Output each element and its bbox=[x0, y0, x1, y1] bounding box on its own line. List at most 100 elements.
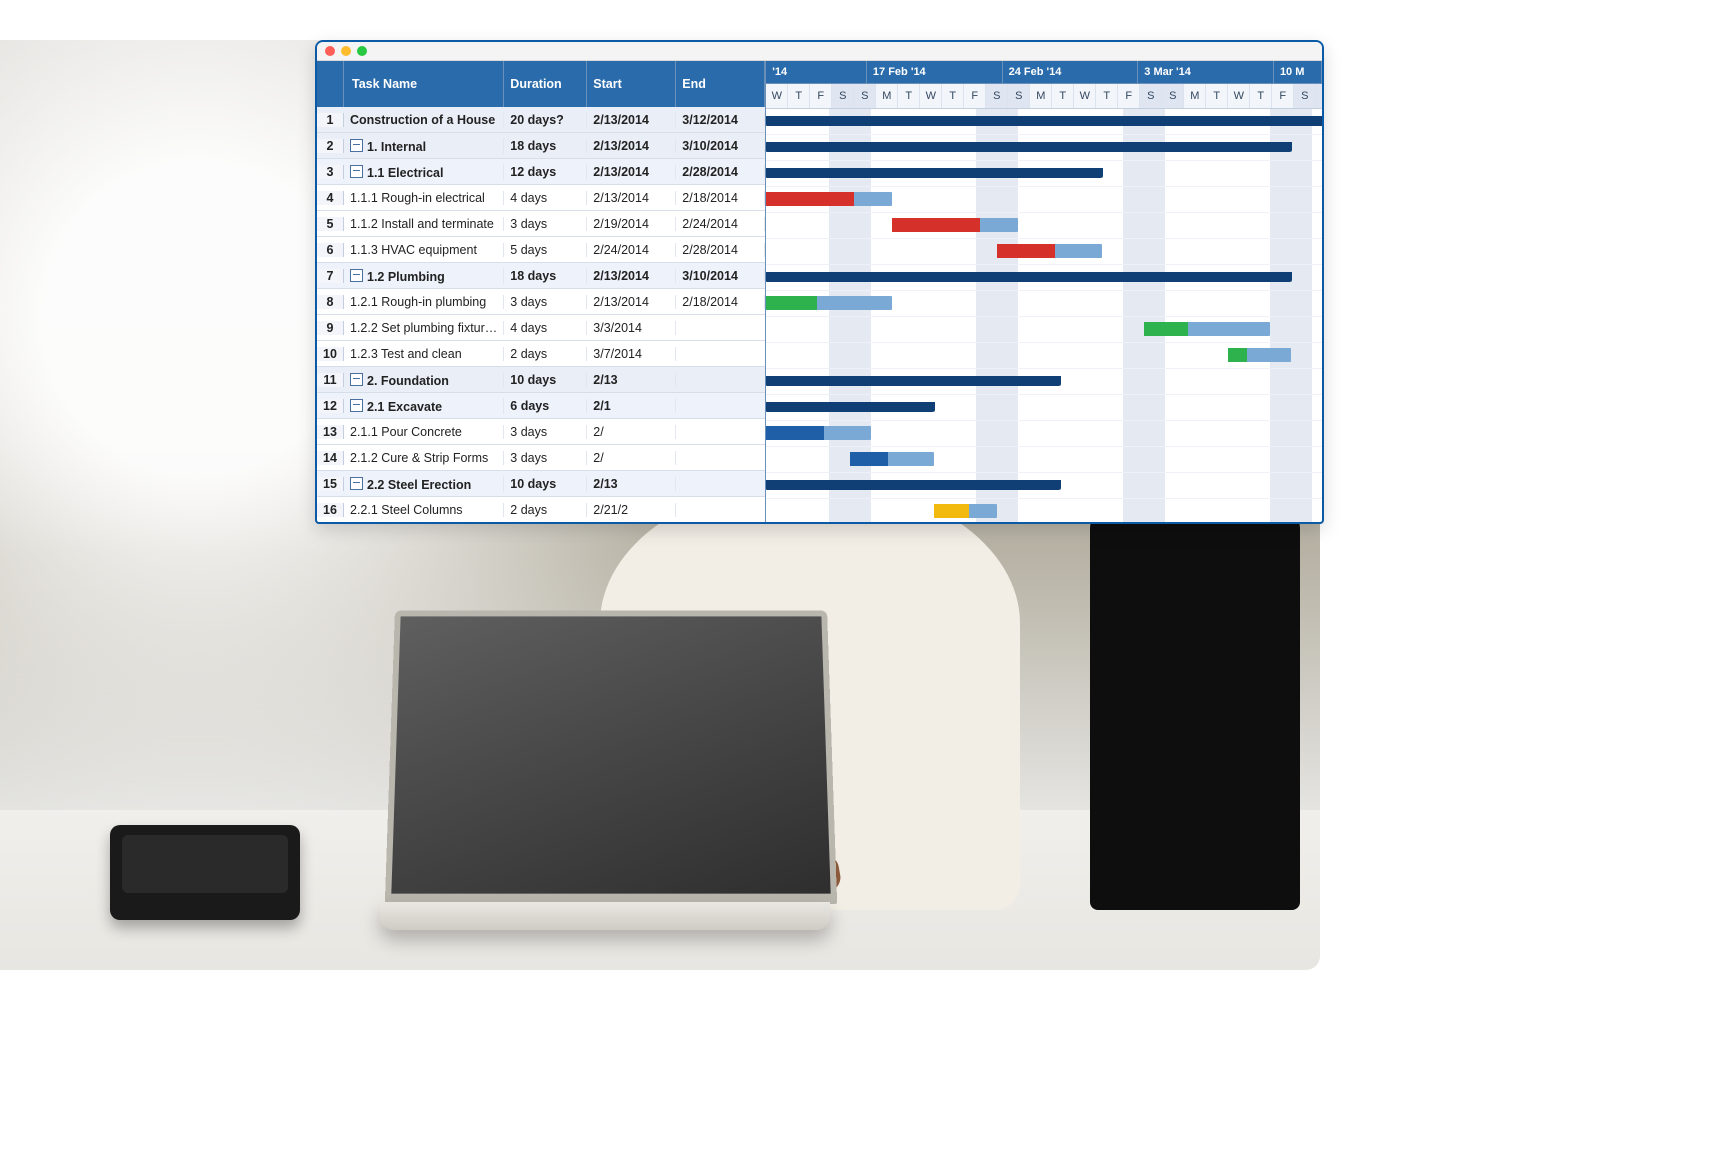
gantt-row[interactable] bbox=[766, 213, 1322, 239]
start-cell[interactable]: 2/13 bbox=[587, 373, 676, 387]
gantt-row[interactable] bbox=[766, 421, 1322, 447]
task-bar[interactable] bbox=[1144, 322, 1270, 336]
col-start[interactable]: Start bbox=[587, 61, 676, 107]
task-grid[interactable]: Task Name Duration Start End 1Constructi… bbox=[317, 61, 766, 523]
start-cell[interactable]: 2/13/2014 bbox=[587, 295, 676, 309]
task-name-cell[interactable]: 1.2.2 Set plumbing fixtur… bbox=[344, 321, 504, 335]
duration-cell[interactable]: 5 days bbox=[504, 243, 587, 257]
task-row[interactable]: 41.1.1 Rough-in electrical4 days2/13/201… bbox=[317, 185, 765, 211]
start-cell[interactable]: 3/7/2014 bbox=[587, 347, 676, 361]
task-bar[interactable] bbox=[997, 244, 1102, 258]
start-cell[interactable]: 2/24/2014 bbox=[587, 243, 676, 257]
duration-cell[interactable]: 4 days bbox=[504, 191, 587, 205]
task-name-cell[interactable]: 2.2.1 Steel Columns bbox=[344, 503, 504, 517]
duration-cell[interactable]: 12 days bbox=[504, 165, 587, 179]
titlebar[interactable] bbox=[317, 42, 1322, 61]
summary-bar[interactable] bbox=[766, 168, 1102, 178]
zoom-icon[interactable] bbox=[357, 46, 367, 56]
task-row[interactable]: 142.1.2 Cure & Strip Forms3 days2/ bbox=[317, 445, 765, 471]
end-cell[interactable]: 3/10/2014 bbox=[676, 269, 765, 283]
end-cell[interactable]: 3/10/2014 bbox=[676, 139, 765, 153]
col-end[interactable]: End bbox=[676, 61, 765, 107]
collapse-icon[interactable] bbox=[350, 373, 363, 386]
task-row[interactable]: 31.1 Electrical12 days2/13/20142/28/2014 bbox=[317, 159, 765, 185]
task-bar[interactable] bbox=[766, 426, 871, 440]
collapse-icon[interactable] bbox=[350, 165, 363, 178]
collapse-icon[interactable] bbox=[350, 269, 363, 282]
task-row[interactable]: 1Construction of a House20 days?2/13/201… bbox=[317, 107, 765, 133]
task-row[interactable]: 51.1.2 Install and terminate3 days2/19/2… bbox=[317, 211, 765, 237]
minimize-icon[interactable] bbox=[341, 46, 351, 56]
task-name-cell[interactable]: 2.1.2 Cure & Strip Forms bbox=[344, 451, 504, 465]
task-name-cell[interactable]: 1.1 Electrical bbox=[344, 164, 504, 180]
col-task-name[interactable]: Task Name bbox=[344, 61, 504, 107]
start-cell[interactable]: 2/1 bbox=[587, 399, 676, 413]
start-cell[interactable]: 2/ bbox=[587, 425, 676, 439]
task-name-cell[interactable]: 2. Foundation bbox=[344, 372, 504, 388]
duration-cell[interactable]: 4 days bbox=[504, 321, 587, 335]
summary-bar[interactable] bbox=[766, 116, 1322, 126]
duration-cell[interactable]: 10 days bbox=[504, 373, 587, 387]
start-cell[interactable]: 2/13 bbox=[587, 477, 676, 491]
start-cell[interactable]: 3/3/2014 bbox=[587, 321, 676, 335]
col-duration[interactable]: Duration bbox=[504, 61, 587, 107]
gantt-row[interactable] bbox=[766, 161, 1322, 187]
gantt-chart[interactable]: '1417 Feb '1424 Feb '143 Mar '1410 M WTF… bbox=[766, 61, 1322, 523]
gantt-row[interactable] bbox=[766, 239, 1322, 265]
task-row[interactable]: 122.1 Excavate6 days2/1 bbox=[317, 393, 765, 419]
collapse-icon[interactable] bbox=[350, 399, 363, 412]
task-name-cell[interactable]: 1.2 Plumbing bbox=[344, 268, 504, 284]
start-cell[interactable]: 2/ bbox=[587, 451, 676, 465]
end-cell[interactable]: 2/24/2014 bbox=[676, 217, 765, 231]
end-cell[interactable]: 2/18/2014 bbox=[676, 191, 765, 205]
end-cell[interactable]: 2/28/2014 bbox=[676, 165, 765, 179]
duration-cell[interactable]: 6 days bbox=[504, 399, 587, 413]
duration-cell[interactable]: 18 days bbox=[504, 269, 587, 283]
duration-cell[interactable]: 3 days bbox=[504, 295, 587, 309]
task-name-cell[interactable]: 1.2.3 Test and clean bbox=[344, 347, 504, 361]
summary-bar[interactable] bbox=[766, 142, 1291, 152]
end-cell[interactable]: 2/18/2014 bbox=[676, 295, 765, 309]
summary-bar[interactable] bbox=[766, 272, 1291, 282]
task-row[interactable]: 21. Internal18 days2/13/20143/10/2014 bbox=[317, 133, 765, 159]
task-bar[interactable] bbox=[934, 504, 997, 518]
task-name-cell[interactable]: 1. Internal bbox=[344, 138, 504, 154]
task-row[interactable]: 132.1.1 Pour Concrete3 days2/ bbox=[317, 419, 765, 445]
summary-bar[interactable] bbox=[766, 376, 1060, 386]
gantt-row[interactable] bbox=[766, 187, 1322, 213]
summary-bar[interactable] bbox=[766, 402, 934, 412]
task-name-cell[interactable]: 2.1.1 Pour Concrete bbox=[344, 425, 504, 439]
duration-cell[interactable]: 2 days bbox=[504, 347, 587, 361]
task-name-cell[interactable]: 1.1.2 Install and terminate bbox=[344, 217, 504, 231]
duration-cell[interactable]: 2 days bbox=[504, 503, 587, 517]
task-bar[interactable] bbox=[1228, 348, 1291, 362]
task-row[interactable]: 71.2 Plumbing18 days2/13/20143/10/2014 bbox=[317, 263, 765, 289]
task-name-cell[interactable]: Construction of a House bbox=[344, 113, 504, 127]
start-cell[interactable]: 2/13/2014 bbox=[587, 165, 676, 179]
duration-cell[interactable]: 3 days bbox=[504, 451, 587, 465]
duration-cell[interactable]: 20 days? bbox=[504, 113, 587, 127]
close-icon[interactable] bbox=[325, 46, 335, 56]
gantt-row[interactable] bbox=[766, 499, 1322, 523]
start-cell[interactable]: 2/19/2014 bbox=[587, 217, 676, 231]
task-row[interactable]: 81.2.1 Rough-in plumbing3 days2/13/20142… bbox=[317, 289, 765, 315]
gantt-row[interactable] bbox=[766, 135, 1322, 161]
task-name-cell[interactable]: 2.1 Excavate bbox=[344, 398, 504, 414]
gantt-row[interactable] bbox=[766, 473, 1322, 499]
task-row[interactable]: 152.2 Steel Erection10 days2/13 bbox=[317, 471, 765, 497]
duration-cell[interactable]: 3 days bbox=[504, 425, 587, 439]
collapse-icon[interactable] bbox=[350, 477, 363, 490]
task-row[interactable]: 101.2.3 Test and clean2 days3/7/2014 bbox=[317, 341, 765, 367]
task-row[interactable]: 61.1.3 HVAC equipment5 days2/24/20142/28… bbox=[317, 237, 765, 263]
start-cell[interactable]: 2/13/2014 bbox=[587, 269, 676, 283]
gantt-row[interactable] bbox=[766, 265, 1322, 291]
start-cell[interactable]: 2/21/2 bbox=[587, 503, 676, 517]
duration-cell[interactable]: 3 days bbox=[504, 217, 587, 231]
gantt-row[interactable] bbox=[766, 447, 1322, 473]
start-cell[interactable]: 2/13/2014 bbox=[587, 191, 676, 205]
duration-cell[interactable]: 10 days bbox=[504, 477, 587, 491]
collapse-icon[interactable] bbox=[350, 139, 363, 152]
task-bar[interactable] bbox=[766, 296, 892, 310]
task-bar[interactable] bbox=[766, 192, 892, 206]
task-name-cell[interactable]: 2.2 Steel Erection bbox=[344, 476, 504, 492]
